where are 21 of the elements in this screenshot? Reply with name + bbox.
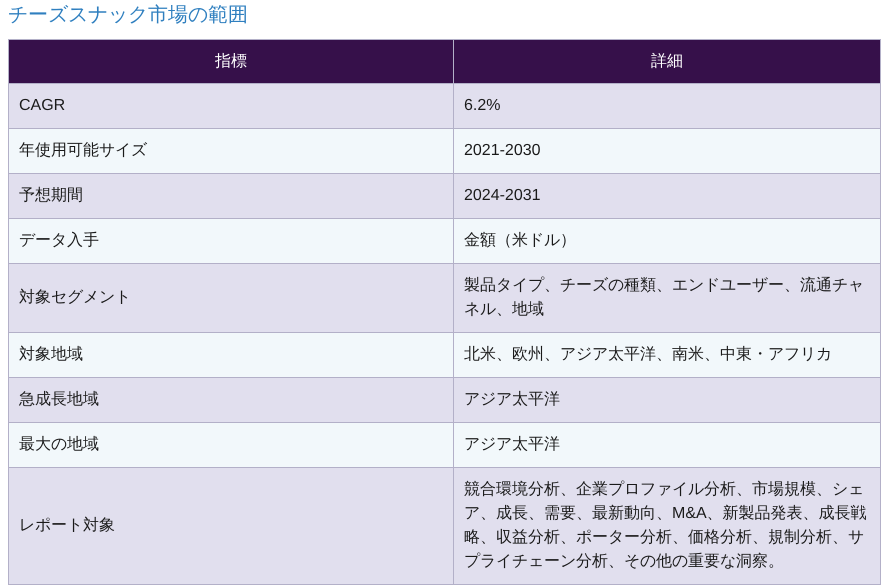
table-cell: 対象地域 (8, 332, 454, 378)
table-cell: アジア太平洋 (454, 422, 880, 468)
table-cell: 2024-2031 (454, 174, 880, 218)
table-cell: 最大の地域 (8, 422, 454, 468)
table-cell: 年使用可能サイズ (8, 128, 454, 174)
table-cell: 金額（米ドル） (454, 218, 880, 264)
table-cell: 急成長地域 (8, 378, 454, 422)
table-cell: アジア太平洋 (454, 378, 880, 422)
table-cell: 予想期間 (8, 174, 454, 218)
table-cell: 2021-2030 (454, 128, 880, 174)
column-header: 詳細 (454, 40, 880, 84)
table-cell: 北米、欧州、アジア太平洋、南米、中東・アフリカ (454, 332, 880, 378)
table-cell: 対象セグメント (8, 264, 454, 332)
page-title: チーズスナック市場の範囲 (7, 3, 249, 28)
table-cell: 競合環境分析、企業プロファイル分析、市場規模、シェア、成長、需要、最新動向、M&A、新製品発表、成長戦略、収益分析、ポーター分析、価格分析、規制分析、サプライチェーン分析、その他の重要な洞察。 (454, 468, 880, 584)
table-cell: データ入手 (8, 218, 454, 264)
table-cell: 製品タイプ、チーズの種類、エンドユーザー、流通チャネル、地域 (454, 264, 880, 332)
column-header: 指標 (8, 40, 454, 84)
table-cell: レポート対象 (8, 468, 454, 584)
table-cell: CAGR (8, 84, 454, 128)
table-cell: 6.2% (454, 84, 880, 128)
